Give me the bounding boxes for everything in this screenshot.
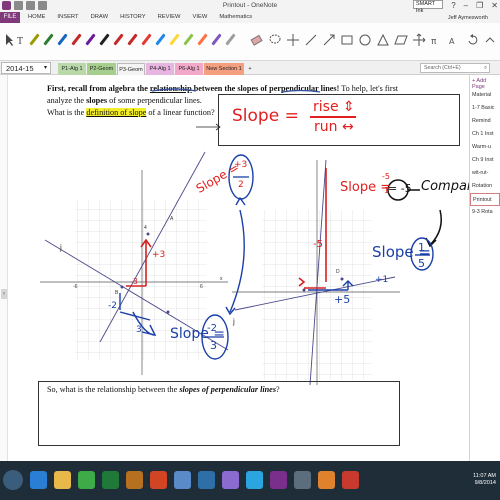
skype-icon[interactable]: [246, 471, 263, 489]
ink-three: 3: [136, 325, 142, 335]
page-item[interactable]: wit-rut-: [470, 167, 500, 180]
ink-plus-three: +3: [152, 250, 166, 260]
clock-time: 11:07 AM: [473, 473, 496, 479]
ink-fraction-bar: [310, 116, 356, 118]
ink-slope-bottom-den: 3: [210, 339, 217, 352]
question-emphasis: slopes of perpendicular lines: [179, 385, 277, 394]
folder-icon[interactable]: [54, 471, 71, 489]
question-text: ?: [276, 385, 280, 394]
page-item[interactable]: Ch 9 Inst: [470, 154, 500, 167]
ink-minus-five: -5: [313, 239, 323, 250]
axis-label-x: x: [220, 276, 223, 282]
page-item[interactable]: 9-3 Rota: [470, 206, 500, 219]
notebook-icon[interactable]: [174, 471, 191, 489]
ink-slope-left-den: 2: [238, 180, 244, 190]
page-item[interactable]: Rotation: [470, 180, 500, 193]
ink-plus-one: +1: [375, 275, 389, 285]
windows-start-icon[interactable]: [3, 470, 23, 490]
page-item[interactable]: 1-7 Basic: [470, 102, 500, 115]
ruler-icon[interactable]: [198, 471, 215, 489]
powerpoint-icon[interactable]: [150, 471, 167, 489]
ink-rise: rise ⇕: [313, 99, 355, 115]
ink-slope-right2-num: 1: [418, 241, 425, 254]
page-item[interactable]: Remind: [470, 115, 500, 128]
point-label-d: D: [336, 269, 340, 275]
page-item[interactable]: Printout: [470, 193, 500, 206]
ink-slope-right-num: -5: [382, 172, 390, 181]
ink-rise-text: rise: [313, 99, 339, 115]
page-item[interactable]: Warm-u: [470, 141, 500, 154]
ink-plus-five: +5: [334, 293, 351, 306]
ink-slope-definition: Slope =: [232, 106, 299, 126]
taskbar: 11:07 AM 9/8/2014: [0, 461, 500, 500]
line-label-j: j: [60, 243, 62, 252]
relationship-question: So, what is the relationship between the…: [47, 385, 280, 394]
ink-minus-two: -2: [108, 301, 117, 311]
page-item[interactable]: Ch 1 Inst: [470, 128, 500, 141]
firefox-icon[interactable]: [318, 471, 335, 489]
y-tick: 4: [144, 225, 147, 231]
onenote-window: Printout - OneNote SMART Ink ? – ❐ ✕ FIL…: [0, 0, 500, 500]
camera-icon[interactable]: [294, 471, 311, 489]
paint-icon[interactable]: [222, 471, 239, 489]
question-text: So, what is the relationship between the: [47, 385, 180, 394]
page-item[interactable]: Material: [470, 89, 500, 102]
point-label-a: A: [170, 216, 174, 222]
page-list: + Add Page Material 1-7 Basic Remind Ch 1 I…: [469, 75, 500, 461]
ink-run: run ↔: [314, 119, 354, 135]
smart-icon[interactable]: [342, 471, 359, 489]
chrome-icon[interactable]: [78, 471, 95, 489]
gallery-icon[interactable]: [126, 471, 143, 489]
arrow-to-definition: [196, 123, 221, 131]
ink-slope-left-num: +3: [234, 160, 248, 170]
system-clock[interactable]: 11:07 AM 9/8/2014: [473, 473, 496, 487]
ink-minus-three: -3: [130, 277, 138, 286]
onenote-icon[interactable]: [270, 471, 287, 489]
ink-underline: [151, 88, 197, 92]
ink-slope-right-val: = -5: [388, 182, 412, 195]
ie-icon[interactable]: [30, 471, 47, 489]
x-tick-left: -6: [73, 284, 78, 290]
ink-slope-bottom-num: -2: [207, 323, 217, 334]
line-label-j: j: [233, 317, 235, 326]
ink-run-text: run: [314, 119, 338, 135]
ink-slope-right2-den: 5: [418, 257, 425, 270]
ink-underline: [281, 89, 321, 93]
excel-icon[interactable]: [102, 471, 119, 489]
x-tick-right: 6: [200, 284, 203, 290]
clock-date: 9/8/2014: [474, 480, 496, 486]
add-page-button[interactable]: + Add Page: [470, 75, 500, 90]
point-label-b: B: [115, 290, 119, 296]
